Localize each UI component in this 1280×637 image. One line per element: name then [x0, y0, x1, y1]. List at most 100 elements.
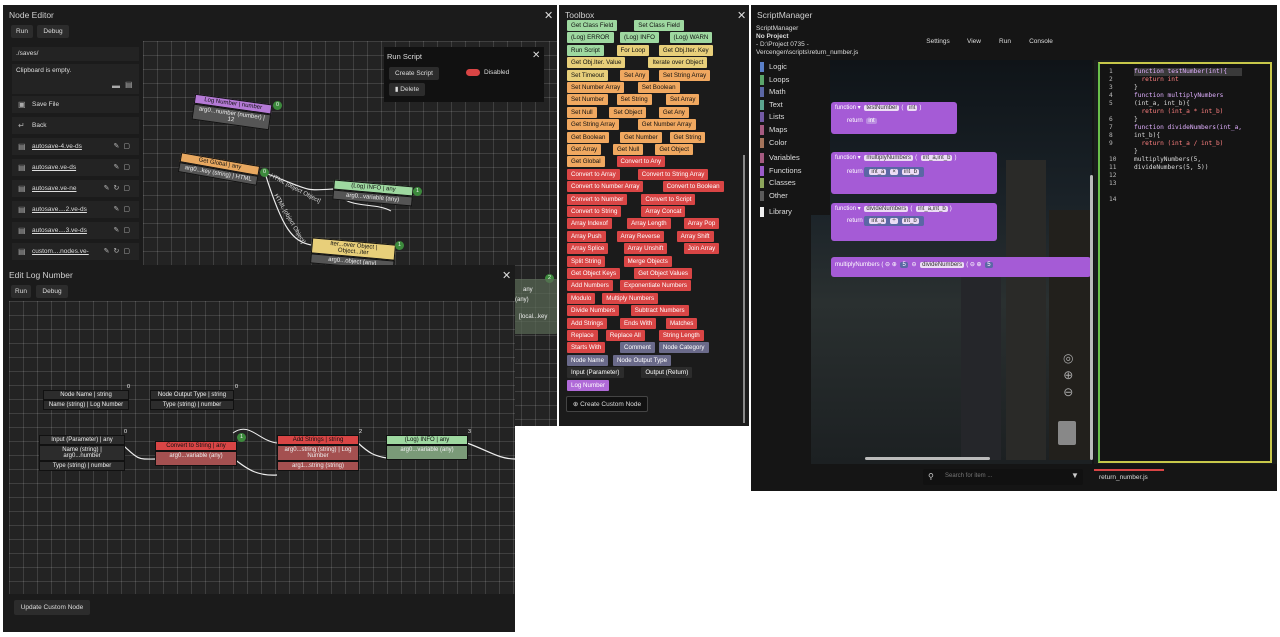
toolbox-node-button[interactable]: Array Shift	[676, 230, 714, 242]
node-node-name[interactable]: Node Name | string Name (string) | Log N…	[43, 390, 129, 410]
code-editor[interactable]: 12345 6789 10 11 12 13 14 function testNumb…	[1098, 62, 1272, 463]
toolbox-node-button[interactable]: Array Length	[627, 218, 671, 230]
file-item[interactable]: ▤ autosave.ve-ne ✎↻▢	[12, 180, 139, 197]
toolbox-node-button[interactable]: Array Indexof	[567, 218, 612, 230]
toolbox-node-button[interactable]: Get Any	[658, 106, 689, 118]
toolbox-node-button[interactable]: Convert to Any	[616, 156, 666, 168]
toolbox-node-button[interactable]: Get Object Values	[634, 268, 693, 279]
console-button[interactable]: Console	[1024, 35, 1058, 48]
toolbox-node-button[interactable]: Run Script	[567, 44, 604, 56]
toolbox-node-button[interactable]: Multiply Numbers	[602, 292, 659, 304]
toolbox-node-button[interactable]: Get Object	[655, 144, 693, 155]
toolbox-node-button[interactable]: Get Number	[620, 131, 662, 143]
file-item[interactable]: ▤ autosave....2.ve-ds ✎▢	[12, 201, 139, 218]
close-icon[interactable]: ✕	[502, 269, 511, 282]
toolbox-node-button[interactable]: Array Push	[567, 230, 606, 242]
toolbox-node-button[interactable]: Set Number	[567, 94, 609, 106]
file-item[interactable]: ▤ custom....nodes.ve- ✎↻▢	[12, 243, 139, 260]
toolbox-node-button[interactable]: Array Splice	[567, 243, 609, 255]
create-script-button[interactable]: Create Script	[389, 67, 439, 80]
folder-icon[interactable]: ▬	[112, 81, 120, 90]
toolbox-node-button[interactable]: Convert to String Array	[637, 168, 709, 180]
node-convert-string[interactable]: Convert to String | any arg0...variable …	[155, 441, 237, 466]
toolbox-node-button[interactable]: Divide Numbers	[567, 305, 620, 317]
update-custom-node-button[interactable]: Update Custom Node	[14, 600, 90, 615]
category-loops[interactable]: Loops	[757, 74, 830, 86]
node-log-info[interactable]: (Log) INFO | any arg0...variable (any)	[386, 435, 468, 460]
toolbox-node-button[interactable]: Convert to String	[567, 206, 622, 217]
toolbox-node-button[interactable]: Output (Return)	[641, 367, 693, 379]
filter-icon[interactable]: ▼	[1071, 471, 1079, 480]
toolbox-node-button[interactable]: Set Object	[609, 106, 647, 118]
toolbox-node-button[interactable]: Convert to Number Array	[567, 181, 644, 193]
toolbox-node-button[interactable]: Join Array	[683, 243, 720, 255]
trash-icon[interactable]	[1058, 421, 1076, 445]
scrollbar-vertical[interactable]	[1090, 175, 1093, 460]
toolbox-node-button[interactable]: Get Number Array	[637, 119, 696, 131]
toolbox-node-button[interactable]: Input (Parameter)	[567, 367, 624, 379]
toolbox-node-button[interactable]: Add Numbers	[567, 280, 613, 292]
edit-delete-icons[interactable]: ✎▢	[114, 159, 134, 176]
save-file-button[interactable]: ▣ Save File	[12, 96, 139, 113]
toolbox-node-button[interactable]: Get String Array	[567, 119, 620, 131]
category-lists[interactable]: Lists	[757, 111, 830, 123]
toolbox-node-button[interactable]: Node Output Type	[612, 354, 672, 366]
toolbox-node-button[interactable]: Convert to Boolean	[662, 181, 724, 193]
toolbox-node-button[interactable]: Replace All	[605, 330, 645, 341]
toolbox-node-button[interactable]: Get String	[669, 131, 706, 143]
toolbox-node-button[interactable]: Add Strings	[567, 317, 607, 329]
node-canvas[interactable]: 0 Node Name | string Name (string) | Log…	[9, 301, 515, 594]
toolbox-node-button[interactable]: Get Obj.Iter. Value	[567, 57, 626, 69]
edit-refresh-delete-icons[interactable]: ✎↻▢	[104, 243, 134, 260]
category-variables[interactable]: Variables	[757, 152, 830, 164]
toolbox-node-button[interactable]: Merge Objects	[623, 255, 672, 267]
toolbox-node-button[interactable]: Get Boolean	[567, 131, 610, 143]
toolbox-node-button[interactable]: Starts With	[567, 342, 606, 354]
scrollbar[interactable]	[743, 155, 745, 423]
toolbox-node-button[interactable]: (Log) ERROR	[567, 32, 614, 44]
toolbox-node-button[interactable]: Array Concat	[641, 206, 686, 217]
toolbox-node-button[interactable]: Array Unshift	[623, 243, 668, 255]
toolbox-node-button[interactable]: Subtract Numbers	[630, 305, 689, 317]
toolbox-node-button[interactable]: (Log) INFO	[620, 32, 659, 44]
run-button[interactable]: Run	[11, 25, 33, 38]
toolbox-node-button[interactable]: Array Reverse	[616, 230, 665, 242]
search-bar[interactable]: ⚲ Search for item ... ▼	[923, 469, 1083, 485]
toolbox-node-button[interactable]: Replace	[567, 330, 598, 341]
toolbox-node-button[interactable]: Get Global	[567, 156, 605, 168]
run-button[interactable]: Run	[993, 35, 1017, 48]
toolbox-node-button[interactable]: Iterate over Object	[648, 57, 708, 69]
toolbox-node-button[interactable]: Set Timeout	[567, 69, 609, 81]
toolbox-node-button[interactable]: String Length	[658, 330, 704, 341]
file-item[interactable]: ▤ autosave....3.ve-ds ✎▢	[12, 222, 139, 239]
view-button[interactable]: View	[962, 35, 986, 48]
edit-delete-icons[interactable]: ✎▢	[114, 138, 134, 155]
toolbox-node-button[interactable]: Set Null	[567, 106, 597, 118]
node-input-parameter[interactable]: Input (Parameter) | any Name (string) | …	[39, 435, 125, 471]
toolbox-node-button[interactable]: Set Array	[666, 94, 700, 106]
toolbox-node-button[interactable]: Set Any	[620, 69, 650, 81]
document-icon[interactable]: ▤	[125, 80, 133, 89]
zoom-in-icon[interactable]: ⊕	[1063, 367, 1073, 384]
category-maps[interactable]: Maps	[757, 124, 830, 136]
back-button[interactable]: ↵ Back	[12, 117, 139, 134]
toolbox-node-button[interactable]: For Loop	[616, 44, 650, 56]
toolbox-node-button[interactable]: Set Class Field	[634, 20, 684, 31]
toolbox-node-button[interactable]: Set Boolean	[637, 82, 680, 93]
edit-refresh-delete-icons[interactable]: ✎↻▢	[104, 180, 134, 197]
run-button[interactable]: Run	[11, 285, 31, 298]
file-item[interactable]: ▤ autosave-4.ve-ds ✎▢	[12, 138, 139, 155]
toolbox-node-button[interactable]: Set String	[616, 94, 652, 106]
zoom-out-icon[interactable]: ⊖	[1063, 384, 1073, 401]
file-tab[interactable]: return_number.js	[1094, 469, 1164, 483]
toolbox-node-button[interactable]: Set String Array	[658, 69, 711, 81]
toolbox-node-button[interactable]: Split String	[567, 255, 605, 267]
toolbox-node-button[interactable]: Array Pop	[683, 218, 720, 230]
scrollbar-horizontal[interactable]	[865, 457, 990, 460]
toolbox-node-button[interactable]: Convert to Script	[641, 193, 696, 205]
toggle-switch[interactable]	[466, 69, 480, 76]
function-block-divide[interactable]: function ▾ divideNumbers( int_a,int_b) r…	[831, 203, 997, 241]
category-logic[interactable]: Logic	[757, 61, 830, 73]
file-item[interactable]: ▤ autosave.ve-ds ✎▢	[12, 159, 139, 176]
delete-button[interactable]: ▮ Delete	[389, 83, 425, 96]
